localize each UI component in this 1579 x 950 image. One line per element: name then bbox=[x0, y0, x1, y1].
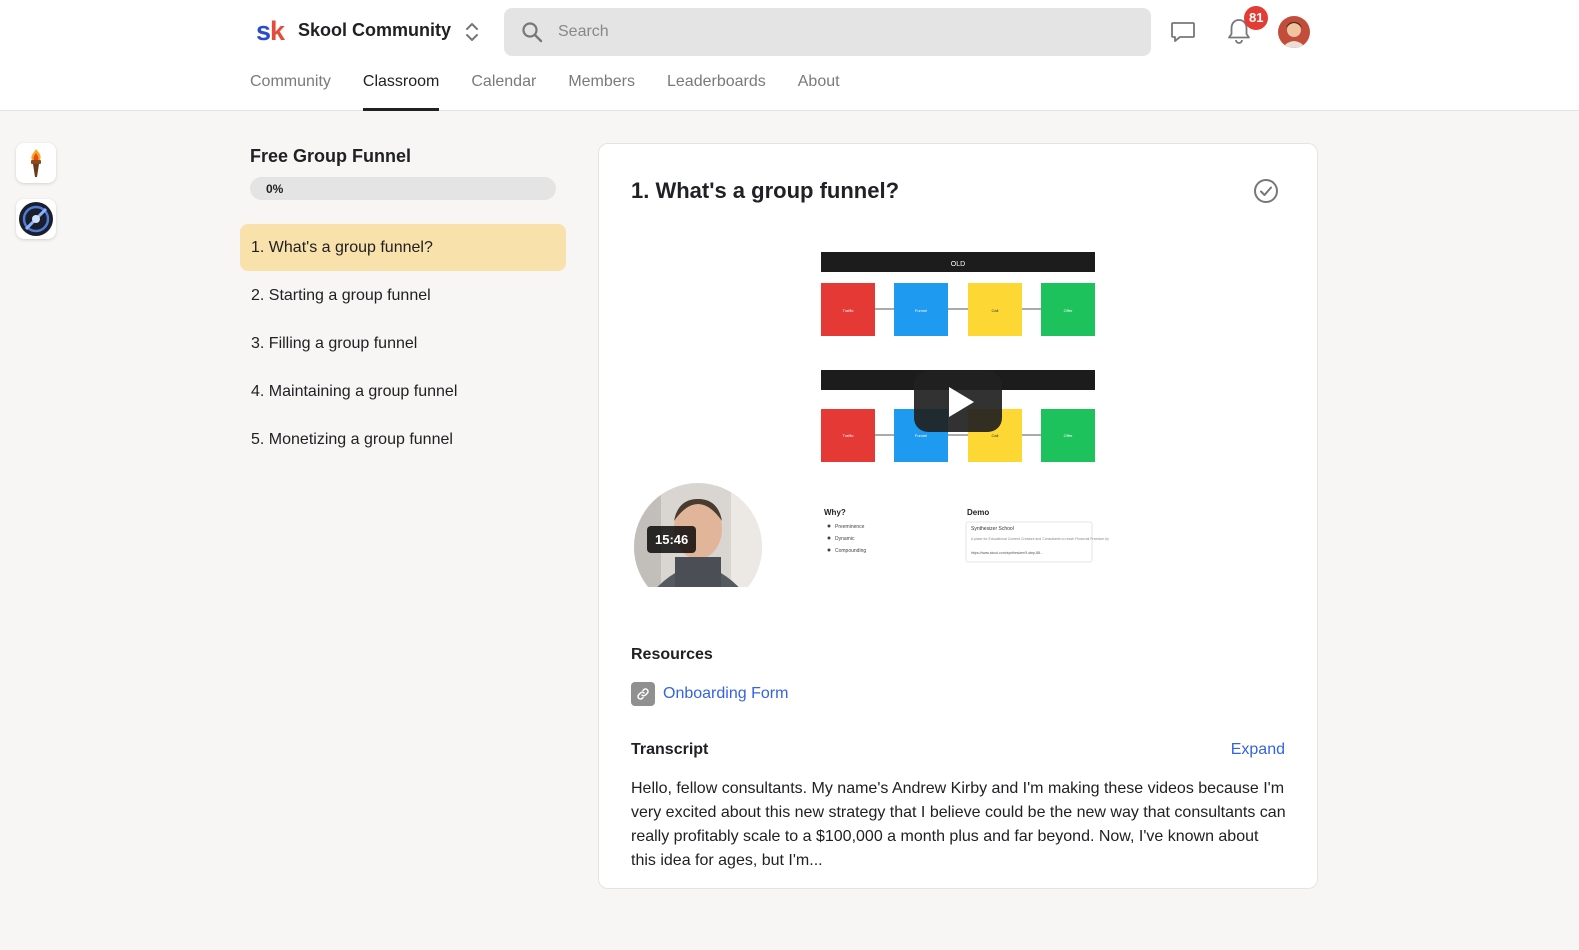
tab-members[interactable]: Members bbox=[568, 62, 635, 111]
resource-link[interactable]: Onboarding Form bbox=[631, 682, 788, 706]
slide-row2-funnel: Funnel bbox=[915, 433, 927, 438]
lesson-item-3[interactable]: 3. Filling a group funnel bbox=[240, 320, 566, 367]
rail-community-compass[interactable] bbox=[16, 199, 56, 239]
progress-label: 0% bbox=[266, 182, 284, 196]
tab-about[interactable]: About bbox=[798, 62, 840, 111]
course-progress-bar: 0% bbox=[250, 177, 556, 200]
lesson-item-5[interactable]: 5. Monetizing a group funnel bbox=[240, 416, 566, 463]
lesson-item-1[interactable]: 1. What's a group funnel? bbox=[240, 224, 566, 271]
slide-why-item-1: Preeminence bbox=[835, 524, 865, 530]
mark-complete-icon[interactable] bbox=[1253, 178, 1279, 204]
tab-calendar[interactable]: Calendar bbox=[471, 62, 536, 111]
slide-demo-card-text: A place for Educational Content Creators… bbox=[971, 537, 1109, 541]
switch-community-icon[interactable] bbox=[462, 19, 482, 45]
resource-label[interactable]: Onboarding Form bbox=[663, 685, 788, 703]
slide-why-item-2: Dynamic bbox=[835, 536, 855, 542]
top-header: sk Skool Community 81 Community Classroo… bbox=[0, 0, 1579, 111]
lesson-item-4[interactable]: 4. Maintaining a group funnel bbox=[240, 368, 566, 415]
transcript-heading: Transcript bbox=[631, 741, 709, 758]
notification-badge: 81 bbox=[1244, 6, 1269, 30]
community-logo[interactable]: sk bbox=[250, 11, 290, 51]
rail-community-torch[interactable] bbox=[16, 143, 56, 183]
tab-leaderboards[interactable]: Leaderboards bbox=[667, 62, 766, 111]
torch-icon bbox=[31, 149, 41, 177]
slide-row1-call: Call bbox=[992, 308, 999, 313]
transcript-text: Hello, fellow consultants. My name's And… bbox=[631, 780, 1286, 869]
lesson-card: 1. What's a group funnel? OLD Traffic Fu… bbox=[598, 143, 1318, 889]
slide-old-label: OLD bbox=[951, 261, 965, 268]
video-thumbnail: OLD Traffic Funnel Call Offer Traffic Fu… bbox=[631, 252, 1109, 594]
slide-row2-offer: Offer bbox=[1064, 433, 1073, 438]
slide-row1-funnel: Funnel bbox=[915, 308, 927, 313]
main-nav: Community Classroom Calendar Members Lea… bbox=[250, 62, 872, 111]
compass-icon bbox=[19, 202, 53, 236]
course-title: Free Group Funnel bbox=[250, 146, 412, 166]
slide-row1-traffic: Traffic bbox=[843, 308, 854, 313]
lesson-list: 1. What's a group funnel? 2. Starting a … bbox=[240, 224, 566, 464]
expand-transcript-link[interactable]: Expand bbox=[1231, 741, 1285, 759]
slide-row2-call: Call bbox=[992, 433, 999, 438]
play-button-icon[interactable] bbox=[914, 371, 1002, 432]
chat-icon[interactable] bbox=[1170, 18, 1196, 44]
search-bar[interactable] bbox=[504, 8, 1151, 56]
slide-demo-card-url: https://www.skool.com/synthesizer/9-step… bbox=[971, 551, 1043, 555]
tab-classroom[interactable]: Classroom bbox=[362, 62, 440, 111]
search-icon bbox=[522, 22, 543, 43]
slide-row1-offer: Offer bbox=[1064, 308, 1073, 313]
lesson-title: 1. What's a group funnel? bbox=[631, 178, 900, 203]
slide-demo-card-title: Synthesizer School bbox=[971, 526, 1014, 532]
link-icon bbox=[631, 682, 655, 706]
video-duration: 15:46 bbox=[647, 526, 697, 553]
video-player[interactable]: OLD Traffic Funnel Call Offer Traffic Fu… bbox=[631, 224, 1286, 594]
slide-row2-traffic: Traffic bbox=[843, 433, 854, 438]
user-avatar[interactable] bbox=[1278, 16, 1310, 48]
search-input[interactable] bbox=[558, 8, 1138, 56]
resources-heading: Resources bbox=[631, 646, 713, 663]
slide-demo-title: Demo bbox=[967, 508, 989, 517]
community-name[interactable]: Skool Community bbox=[298, 20, 451, 41]
tab-community[interactable]: Community bbox=[250, 62, 331, 111]
slide-why-title: Why? bbox=[824, 508, 846, 517]
slide-why-item-3: Compounding bbox=[835, 548, 866, 554]
lesson-item-2[interactable]: 2. Starting a group funnel bbox=[240, 272, 566, 319]
